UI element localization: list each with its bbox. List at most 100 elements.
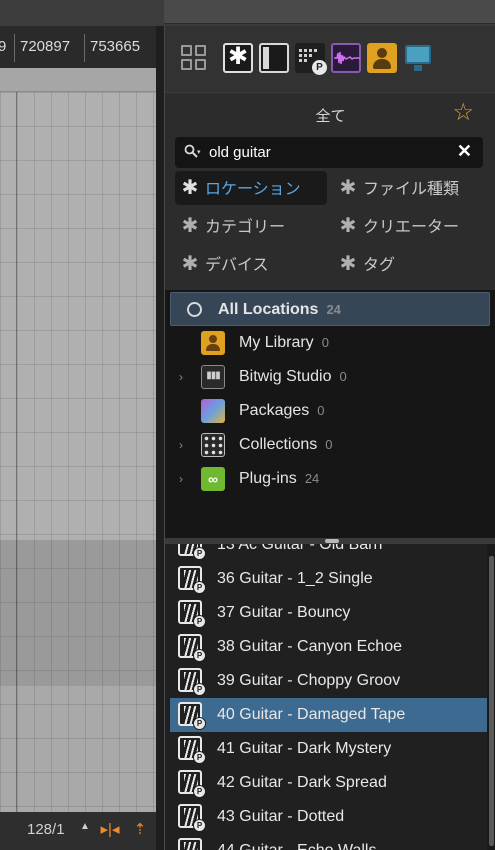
ruler-divider [14, 34, 15, 62]
location-count: 24 [304, 471, 320, 486]
location-packages[interactable]: Packages 0 [165, 394, 495, 428]
collections-icon [201, 433, 225, 457]
filter-title: 全て [315, 108, 346, 125]
filter-creator-label: クリエーター [363, 219, 460, 236]
preset-badge: P [193, 819, 206, 832]
result-name: 38 Guitar - Canyon Echoe [217, 638, 402, 655]
result-item[interactable]: P 39 Guitar - Choppy Groov [170, 664, 487, 698]
track-lane[interactable] [0, 686, 156, 812]
asterisk-icon: ✱ [181, 253, 199, 275]
result-item[interactable]: P 37 Guitar - Bouncy [170, 596, 487, 630]
location-all[interactable]: All Locations 24 [170, 292, 490, 326]
search-options-icon[interactable]: ▾ [197, 148, 201, 156]
track-lane-selected[interactable] [0, 540, 156, 686]
ruler-label: 753665 [90, 38, 141, 55]
result-name: 43 Guitar - Dotted [217, 808, 345, 825]
location-bitwig-studio[interactable]: › ▮▮▮ Bitwig Studio 0 [165, 360, 495, 394]
ruler-label: 9 [0, 38, 7, 55]
result-item[interactable]: P 43 Guitar - Dotted [170, 800, 487, 834]
play-follow-icon[interactable]: ▸|◂ [98, 818, 122, 842]
location-label: Collections [239, 436, 318, 453]
grid-view-icon[interactable] [179, 43, 209, 73]
zoom-level[interactable]: 128/1 [27, 821, 65, 838]
asterisk-icon: ✱ [339, 215, 357, 237]
result-item-selected[interactable]: P 40 Guitar - Damaged Tape [170, 698, 487, 732]
user-library-icon[interactable] [367, 43, 397, 73]
location-my-library[interactable]: My Library 0 [165, 326, 495, 360]
zoom-up-icon[interactable]: ▲ [80, 821, 90, 832]
filter-device-label: デバイス [205, 257, 269, 274]
panel-splitter[interactable] [156, 26, 164, 850]
filter-location-button[interactable]: ✱ ロケーション [175, 171, 327, 205]
preset-icon[interactable]: P [295, 43, 327, 75]
result-name: 13 Ac Guitar - Old Barn [217, 544, 383, 553]
filter-device-button[interactable]: ✱ デバイス [175, 247, 327, 281]
filter-filetype-label: ファイル種類 [363, 181, 460, 198]
preset-badge: P [193, 751, 206, 764]
location-label: Plug-ins [239, 470, 297, 487]
result-item[interactable]: P 42 Guitar - Dark Spread [170, 766, 487, 800]
packages-icon [201, 399, 225, 423]
arranger-panel: 9 720897 753665 128/1 ▲ ▸|◂ ⇡ [0, 0, 164, 850]
search-input[interactable] [209, 140, 449, 164]
filter-category-button[interactable]: ✱ カテゴリー [175, 209, 327, 243]
arranger-footer: 128/1 ▲ ▸|◂ ⇡ [0, 812, 156, 850]
search-icon[interactable] [184, 144, 198, 161]
result-item[interactable]: P 13 Ac Guitar - Old Barn [170, 544, 487, 562]
result-item[interactable]: P 44 Guitar - Echo Walls [170, 834, 487, 850]
preset-badge: P [193, 785, 206, 798]
device-panel-icon[interactable] [259, 43, 289, 73]
result-item[interactable]: P 38 Guitar - Canyon Echoe [170, 630, 487, 664]
location-count: 0 [325, 437, 333, 452]
preset-badge: P [312, 60, 327, 75]
monitor-icon[interactable] [403, 43, 433, 73]
divider-handle[interactable] [325, 539, 339, 543]
snap-icon[interactable]: ⇡ [128, 818, 152, 842]
filter-header: 全て ☆ [165, 92, 495, 136]
plugin-icon: ∞ [201, 467, 225, 491]
star-icon[interactable]: ☆ [452, 101, 474, 125]
filter-creator-button[interactable]: ✱ クリエーター [333, 209, 493, 243]
clear-search-icon[interactable]: ✕ [457, 141, 472, 162]
user-library-icon [201, 331, 225, 355]
bitwig-icon: ▮▮▮ [201, 365, 225, 389]
sample-waveform-icon[interactable] [331, 43, 361, 73]
result-scrollbar[interactable] [487, 544, 495, 850]
result-item[interactable]: P 36 Guitar - 1_2 Single [170, 562, 487, 596]
location-collections[interactable]: › Collections 0 [165, 428, 495, 462]
daw-window: 9 720897 753665 128/1 ▲ ▸|◂ ⇡ ✱ P 全て ☆ ▾… [0, 0, 495, 850]
location-label: Packages [239, 402, 310, 419]
filter-location-label: ロケーション [205, 181, 301, 198]
asterisk-icon[interactable]: ✱ [223, 43, 253, 73]
ruler-divider [84, 34, 85, 62]
result-list: P 13 Ac Guitar - Old Barn P 36 Guitar - … [165, 544, 487, 850]
scrollbar-thumb[interactable] [489, 556, 494, 846]
result-name: 42 Guitar - Dark Spread [217, 774, 387, 791]
browser-tab-bar: ✱ P [165, 26, 495, 92]
chevron-right-icon[interactable]: › [179, 462, 183, 496]
ruler-lane[interactable] [0, 68, 156, 92]
chevron-right-icon[interactable]: › [179, 360, 183, 394]
search-box[interactable]: ▾ ✕ [175, 137, 483, 168]
timeline-ruler[interactable]: 9 720897 753665 [0, 26, 156, 68]
filter-tag-button[interactable]: ✱ タグ [333, 247, 493, 281]
location-count: 24 [326, 302, 341, 317]
filter-category-label: カテゴリー [205, 219, 286, 236]
result-name: 41 Guitar - Dark Mystery [217, 740, 392, 757]
result-name: 44 Guitar - Echo Walls [217, 834, 376, 850]
result-name: 40 Guitar - Damaged Tape [217, 706, 406, 723]
preset-badge: P [193, 649, 206, 662]
preset-badge: P [193, 581, 206, 594]
result-name: 39 Guitar - Choppy Groov [217, 672, 401, 689]
filter-filetype-button[interactable]: ✱ ファイル種類 [333, 171, 493, 205]
chevron-right-icon[interactable]: › [179, 428, 183, 462]
preset-badge: P [193, 615, 206, 628]
location-count: 0 [317, 403, 325, 418]
ruler-label: 720897 [20, 38, 71, 55]
location-plug-ins[interactable]: › ∞ Plug-ins 24 [165, 462, 495, 496]
result-item[interactable]: P 41 Guitar - Dark Mystery [170, 732, 487, 766]
location-count: 0 [339, 369, 347, 384]
preset-file-icon [178, 838, 202, 850]
result-name: 36 Guitar - 1_2 Single [217, 570, 373, 587]
browser-panel: ✱ P 全て ☆ ▾ old guitar ✕ ✱ ロケーション ✱ ファイル種… [164, 26, 495, 850]
